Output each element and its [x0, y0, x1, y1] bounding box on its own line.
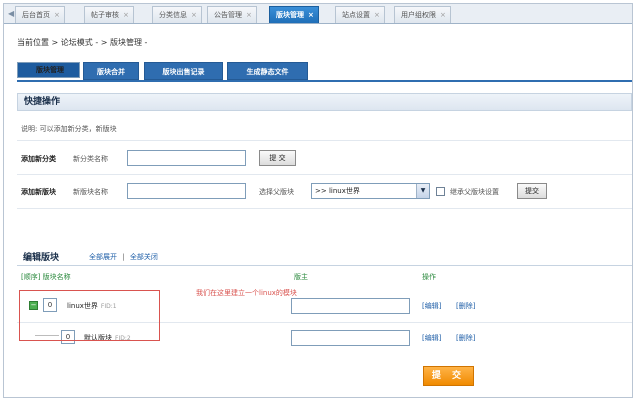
close-icon[interactable]: × [246, 11, 252, 19]
link-separator: | [122, 253, 125, 261]
tab-label: 用户组权限 [401, 11, 436, 19]
submit-category-button[interactable]: 提 交 [259, 150, 296, 166]
tab-category-info[interactable]: 分类信息 × [152, 6, 202, 23]
tab-forum-management[interactable]: 版块管理 × [269, 6, 319, 23]
tab-site-settings[interactable]: 站点设置 × [335, 6, 385, 23]
tab-announcements[interactable]: 公告管理 × [207, 6, 257, 23]
breadcrumb: 当前位置 > 论坛模式 - > 版块管理 - [17, 38, 148, 47]
tabs-underline [17, 80, 632, 82]
column-header-order-name: [顺序] 版块名称 [21, 273, 71, 281]
divider [17, 208, 632, 209]
function-tab-forum-sale-records[interactable]: 版块出售记录 [144, 62, 223, 80]
inherit-settings-checkbox[interactable] [436, 187, 445, 196]
tab-scroll-left-icon[interactable]: ◀ [8, 9, 14, 18]
parent-forum-selected: >> linux世界 [315, 187, 360, 195]
new-category-name-label: 新分类名称 [73, 155, 108, 163]
inherit-settings-label: 继承父版块设置 [450, 188, 499, 196]
divider [17, 140, 632, 141]
quick-ops-title: 快捷操作 [17, 93, 632, 111]
divider [17, 174, 632, 175]
tab-label: 站点设置 [342, 11, 370, 19]
annotation-text: 我们在这里建立一个linux的模块 [196, 289, 297, 297]
column-header-moderator: 版主 [294, 273, 308, 281]
tab-label: 版块管理 [276, 11, 304, 19]
tab-label: 后台首页 [22, 11, 50, 19]
tab-label: 公告管理 [214, 11, 242, 19]
submit-forum-button[interactable]: 提交 [517, 183, 547, 199]
admin-window: ◀ 后台首页 × 帖子审核 × 分类信息 × 公告管理 × 版块管理 × 站点设置 × 用户… [3, 3, 633, 398]
parent-forum-select[interactable]: >> linux世界 ▼ [311, 183, 430, 199]
tab-post-review[interactable]: 帖子审核 × [84, 6, 134, 23]
chevron-down-icon[interactable]: ▼ [416, 184, 429, 198]
parent-forum-label: 选择父版块 [259, 188, 294, 196]
close-icon[interactable]: × [308, 11, 314, 19]
close-icon[interactable]: × [374, 11, 380, 19]
delete-link[interactable]: [删除] [456, 301, 475, 311]
tab-label: 分类信息 [159, 11, 187, 19]
new-category-name-input[interactable] [127, 150, 246, 166]
tab-usergroup-permissions[interactable]: 用户组权限 × [394, 6, 451, 23]
edit-link[interactable]: [编辑] [422, 333, 441, 343]
new-forum-name-input[interactable] [127, 183, 246, 199]
column-header-action: 操作 [422, 273, 436, 281]
submit-button[interactable]: 提 交 [423, 366, 474, 386]
moderator-input[interactable] [291, 330, 410, 346]
add-category-label: 添加新分类 [21, 155, 56, 163]
close-icon[interactable]: × [123, 11, 129, 19]
function-tab-forum-management[interactable]: 版块管理 [17, 62, 80, 78]
close-icon[interactable]: × [191, 11, 197, 19]
close-icon[interactable]: × [440, 11, 446, 19]
add-forum-label: 添加新版块 [21, 188, 56, 196]
function-tab-forum-merge[interactable]: 版块合并 [83, 62, 139, 80]
collapse-all-link[interactable]: 全部关闭 [130, 253, 158, 261]
tab-strip: ◀ 后台首页 × 帖子审核 × 分类信息 × 公告管理 × 版块管理 × 站点设置 × 用户… [4, 4, 632, 24]
close-icon[interactable]: × [54, 11, 60, 19]
expand-all-link[interactable]: 全部展开 [89, 253, 117, 261]
delete-link[interactable]: [删除] [456, 333, 475, 343]
function-tab-generate-static[interactable]: 生成静态文件 [227, 62, 308, 80]
annotation-highlight-box [19, 290, 160, 341]
edit-forum-header: 编辑版块 全部展开 | 全部关闭 [17, 248, 632, 266]
edit-link[interactable]: [编辑] [422, 301, 441, 311]
moderator-input[interactable] [291, 298, 410, 314]
tab-home[interactable]: 后台首页 × [15, 6, 65, 23]
expand-collapse-links: 全部展开 | 全部关闭 [89, 252, 158, 262]
new-forum-name-label: 新版块名称 [73, 188, 108, 196]
edit-forum-title: 编辑版块 [23, 253, 60, 263]
tab-label: 帖子审核 [91, 11, 119, 19]
quick-ops-note: 说明: 可以添加新分类，新版块 [21, 125, 117, 133]
